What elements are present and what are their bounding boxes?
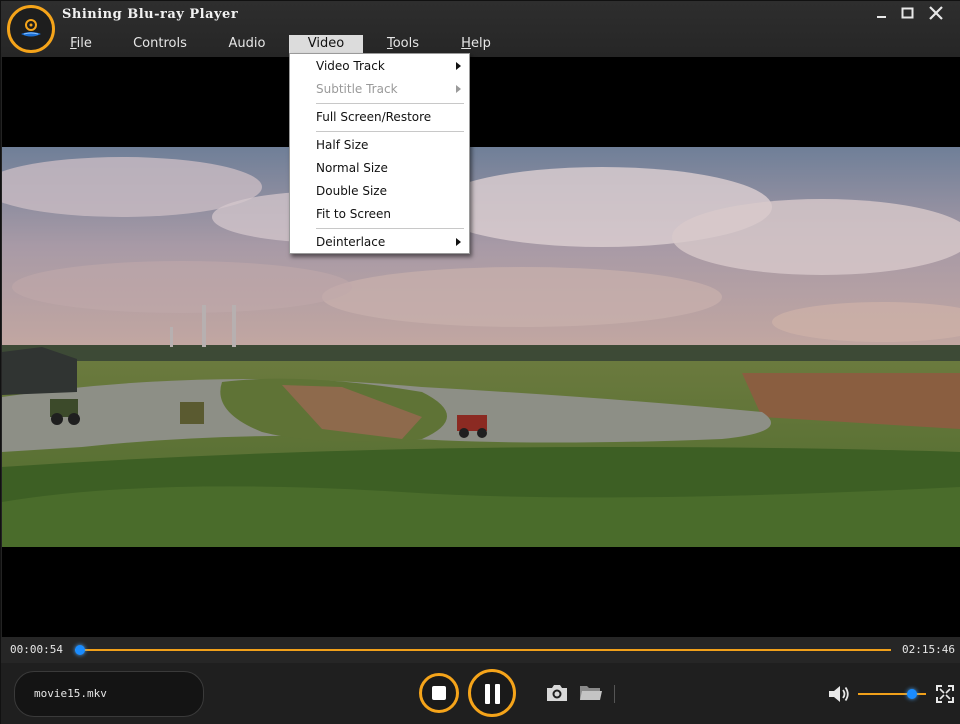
- minimize-icon: [877, 16, 886, 18]
- submenu-arrow-icon: [456, 85, 461, 93]
- toolbar-divider: [614, 685, 615, 703]
- menu-tools[interactable]: Tools: [377, 35, 429, 53]
- total-time: 02:15:46: [902, 643, 955, 656]
- minimize-button[interactable]: [871, 3, 893, 25]
- disc-logo-icon[interactable]: [7, 5, 55, 53]
- control-bar: movie15.mkv: [1, 663, 960, 724]
- fullscreen-icon[interactable]: [936, 685, 954, 703]
- pause-button[interactable]: [468, 669, 516, 717]
- speaker-icon[interactable]: [827, 683, 851, 705]
- submenu-arrow-icon: [456, 62, 461, 70]
- menu-separator: [316, 103, 464, 104]
- maximize-button[interactable]: [897, 3, 919, 25]
- camera-icon[interactable]: [545, 683, 569, 703]
- menu-item-deinterlace-label: Deinterlace: [316, 235, 386, 249]
- menu-file-label: ile: [76, 36, 92, 51]
- stop-icon: [432, 686, 446, 700]
- menu-item-video-track[interactable]: Video Track: [290, 55, 469, 77]
- menu-audio[interactable]: Audio: [221, 35, 273, 53]
- pause-icon: [485, 684, 500, 704]
- video-frame[interactable]: [2, 147, 960, 547]
- menu-separator: [316, 131, 464, 132]
- seek-bar[interactable]: [75, 649, 891, 651]
- app-title: Shining Blu-ray Player: [62, 7, 239, 22]
- video-menu-dropdown: Video Track Subtitle Track Full Screen/R…: [289, 53, 470, 254]
- menu-file[interactable]: File: [57, 35, 105, 53]
- menu-video[interactable]: Video: [289, 35, 363, 53]
- menu-item-video-track-label: Video Track: [316, 59, 385, 73]
- folder-icon[interactable]: [579, 683, 603, 703]
- menu-help-mnemonic: H: [461, 36, 471, 51]
- file-name-box: movie15.mkv: [14, 671, 204, 717]
- video-frame-image: [2, 147, 960, 547]
- close-button[interactable]: [925, 3, 947, 25]
- menu-separator: [316, 228, 464, 229]
- menu-item-full-screen-restore[interactable]: Full Screen/Restore: [290, 106, 469, 128]
- menu-item-subtitle-track-label: Subtitle Track: [316, 82, 398, 96]
- menu-item-fit-to-screen[interactable]: Fit to Screen: [290, 203, 469, 225]
- menu-item-deinterlace[interactable]: Deinterlace: [290, 231, 469, 253]
- menu-controls[interactable]: Controls: [129, 35, 191, 53]
- progress-row: 00:00:54 02:15:46: [1, 637, 960, 663]
- stop-button[interactable]: [419, 673, 459, 713]
- menu-item-normal-size[interactable]: Normal Size: [290, 157, 469, 179]
- volume-knob[interactable]: [907, 689, 918, 699]
- player-window: Shining Blu-ray Player File Controls Aud…: [0, 0, 960, 724]
- close-icon: [929, 6, 943, 20]
- menu-tools-label: ools: [392, 36, 420, 51]
- menu-help-label: elp: [470, 36, 491, 51]
- maximize-icon: [901, 7, 914, 19]
- menu-item-half-size[interactable]: Half Size: [290, 134, 469, 156]
- file-name: movie15.mkv: [34, 687, 107, 700]
- title-bar: Shining Blu-ray Player File Controls Aud…: [1, 1, 960, 57]
- seek-knob[interactable]: [75, 645, 86, 655]
- submenu-arrow-icon: [456, 238, 461, 246]
- menu-help[interactable]: Help: [453, 35, 499, 53]
- menu-item-subtitle-track: Subtitle Track: [290, 78, 469, 100]
- current-time: 00:00:54: [10, 643, 63, 656]
- menu-item-double-size[interactable]: Double Size: [290, 180, 469, 202]
